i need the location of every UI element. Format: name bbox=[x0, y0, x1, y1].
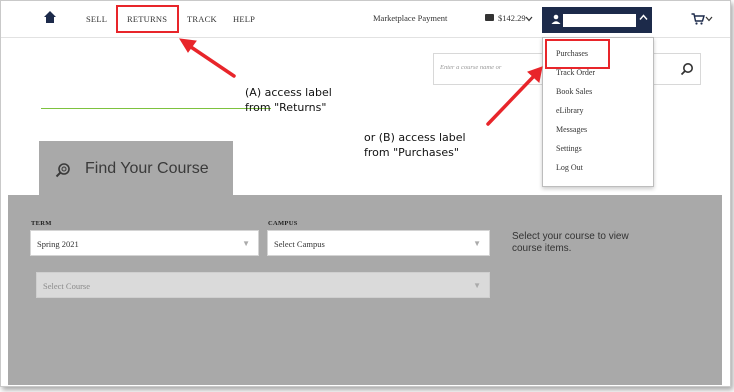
dropdown-arrow-icon: ▼ bbox=[473, 281, 481, 290]
annotation-b-line-1: or (B) access label bbox=[364, 131, 466, 144]
term-label: TERM bbox=[31, 220, 52, 227]
menu-item-settings[interactable]: Settings bbox=[556, 144, 582, 153]
annotation-b-line-2: from "Purchases" bbox=[364, 146, 459, 159]
nav-help-link[interactable]: HELP bbox=[233, 14, 255, 24]
course-select[interactable]: Select Course ▼ bbox=[36, 272, 490, 298]
find-course-tab[interactable]: Find Your Course bbox=[39, 141, 233, 195]
find-course-panel: TERM Spring 2021 ▼ CAMPUS Select Campus … bbox=[8, 195, 722, 385]
course-helper-text: Select your course to view course items. bbox=[512, 231, 629, 255]
annotation-a: (A) access label from "Returns" bbox=[245, 85, 332, 115]
dropdown-arrow-icon: ▼ bbox=[242, 239, 250, 248]
returns-highlight-box bbox=[116, 5, 179, 33]
marketplace-payment-label[interactable]: Marketplace Payment bbox=[373, 13, 447, 23]
caret-up-icon bbox=[639, 14, 648, 20]
cart-icon[interactable] bbox=[691, 13, 705, 25]
helper-line-2: course items. bbox=[512, 243, 572, 254]
credit-card-icon bbox=[485, 14, 494, 21]
annotation-a-line-1: (A) access label bbox=[245, 86, 332, 99]
search-placeholder: Enter a course name or bbox=[440, 64, 502, 71]
campus-label: CAMPUS bbox=[268, 220, 298, 227]
menu-item-log-out[interactable]: Log Out bbox=[556, 163, 583, 172]
dropdown-arrow-icon: ▼ bbox=[473, 239, 481, 248]
campus-select[interactable]: Select Campus ▼ bbox=[267, 230, 490, 256]
account-menu-button[interactable] bbox=[542, 7, 652, 33]
chevron-down-icon[interactable] bbox=[525, 15, 533, 23]
nav-sell-link[interactable]: SELL bbox=[86, 14, 107, 24]
page-frame: SELL RETURNS TRACK HELP Marketplace Paym… bbox=[0, 0, 731, 387]
home-icon[interactable] bbox=[43, 10, 57, 24]
menu-item-messages[interactable]: Messages bbox=[556, 125, 587, 134]
purchases-highlight-box bbox=[545, 39, 610, 69]
annotation-a-line-2: from "Returns" bbox=[245, 101, 327, 114]
menu-item-book-sales[interactable]: Book Sales bbox=[556, 87, 592, 96]
chevron-down-icon[interactable] bbox=[705, 15, 713, 23]
nav-track-link[interactable]: TRACK bbox=[187, 14, 217, 24]
term-select-value: Spring 2021 bbox=[37, 239, 79, 249]
top-nav: SELL RETURNS TRACK HELP Marketplace Paym… bbox=[1, 1, 730, 38]
menu-item-elibrary[interactable]: eLibrary bbox=[556, 106, 584, 115]
account-name-redacted bbox=[563, 14, 636, 27]
helper-line-1: Select your course to view bbox=[512, 231, 629, 242]
search-icon bbox=[55, 163, 70, 178]
term-select[interactable]: Spring 2021 ▼ bbox=[30, 230, 259, 256]
marketplace-payment-amount[interactable]: $142.29 bbox=[498, 13, 526, 23]
search-icon[interactable] bbox=[680, 62, 694, 76]
course-select-value: Select Course bbox=[43, 281, 90, 291]
accent-divider bbox=[41, 108, 271, 109]
menu-item-track-order[interactable]: Track Order bbox=[556, 68, 595, 77]
annotation-b: or (B) access label from "Purchases" bbox=[364, 130, 466, 160]
campus-select-value: Select Campus bbox=[274, 239, 325, 249]
find-course-title: Find Your Course bbox=[85, 160, 209, 177]
user-icon bbox=[551, 14, 561, 24]
